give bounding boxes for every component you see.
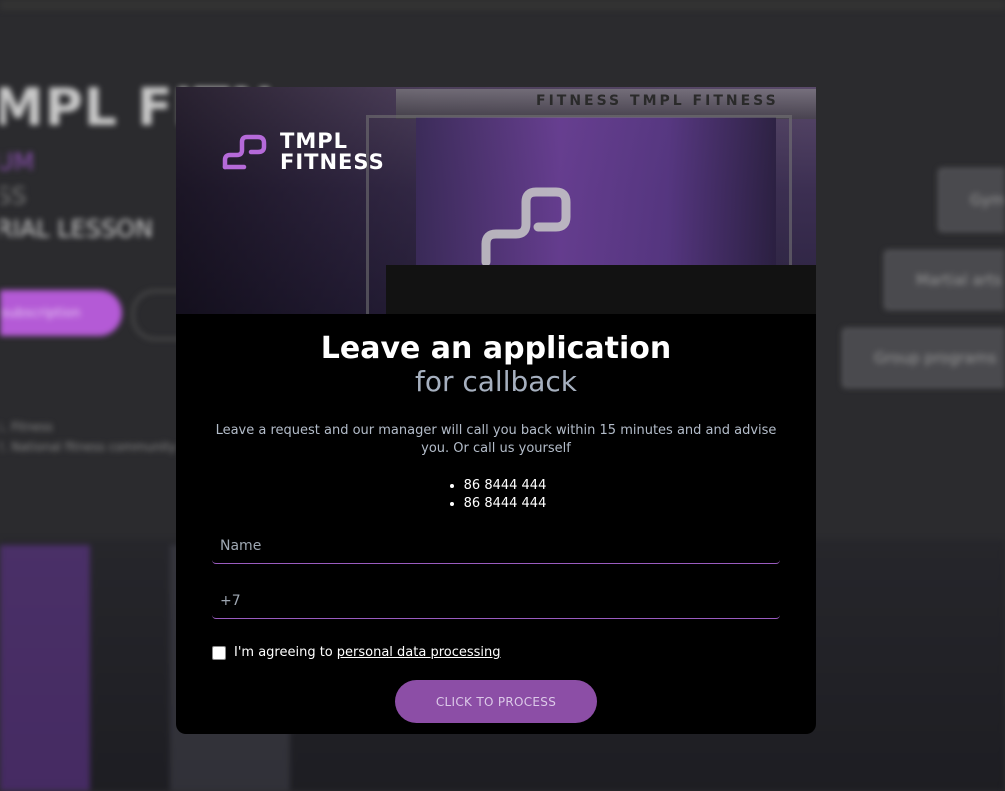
- modal-content: Leave an application for callback Leave …: [176, 314, 816, 513]
- tmpl-logo-icon: [222, 134, 267, 170]
- logo-line-1: TMPL: [280, 129, 348, 153]
- name-input[interactable]: [212, 529, 780, 563]
- name-field: [212, 529, 780, 564]
- background-hero-line: RIAL LESSON: [0, 215, 154, 243]
- background-pill-group-programs: Group programs: [842, 328, 1005, 388]
- banner-neon-logo-icon: [481, 187, 571, 267]
- modal-title: Leave an application: [320, 331, 672, 366]
- phone-field: [212, 584, 780, 619]
- agreement-checkbox[interactable]: [212, 645, 226, 660]
- background-nav: [0, 0, 1005, 10]
- modal-banner-image: FITNESS TMPL FITNESS TMPL FITNESS: [176, 87, 816, 314]
- phone-list: 86 8444 444 86 8444 444: [446, 477, 547, 513]
- banner-counter: [386, 265, 816, 314]
- background-hero-line: SS: [0, 182, 27, 210]
- submit-button[interactable]: CLICK TO PROCESS: [395, 680, 597, 723]
- callback-modal: FITNESS TMPL FITNESS TMPL FITNESS Leave …: [176, 87, 816, 734]
- personal-data-link[interactable]: personal data processing: [337, 645, 501, 660]
- modal-subtitle: for callback: [414, 365, 578, 398]
- background-hero-line: UM: [0, 148, 35, 176]
- phone-number[interactable]: 86 8444 444: [464, 495, 547, 513]
- phone-input[interactable]: [212, 584, 780, 618]
- banner-ceiling-text: FITNESS TMPL FITNESS: [536, 93, 779, 109]
- logo-line-2: FITNESS: [280, 150, 385, 174]
- modal-description: Leave a request and our manager will cal…: [215, 423, 777, 456]
- phone-number[interactable]: 86 8444 444: [464, 477, 547, 495]
- background-note: 1. Fitness: [0, 420, 53, 434]
- agreement-row: I'm agreeing to personal data processing: [212, 645, 501, 660]
- background-note: 2. National fitness community: [0, 440, 177, 454]
- background-pill-gym: Gym: [938, 168, 1005, 232]
- brand-logo: TMPL FITNESS: [222, 131, 385, 173]
- background-subscription-button: subscription: [0, 290, 122, 336]
- agreement-text: I'm agreeing to: [234, 645, 333, 660]
- background-pill-martial-arts: Martial arts: [884, 250, 1005, 310]
